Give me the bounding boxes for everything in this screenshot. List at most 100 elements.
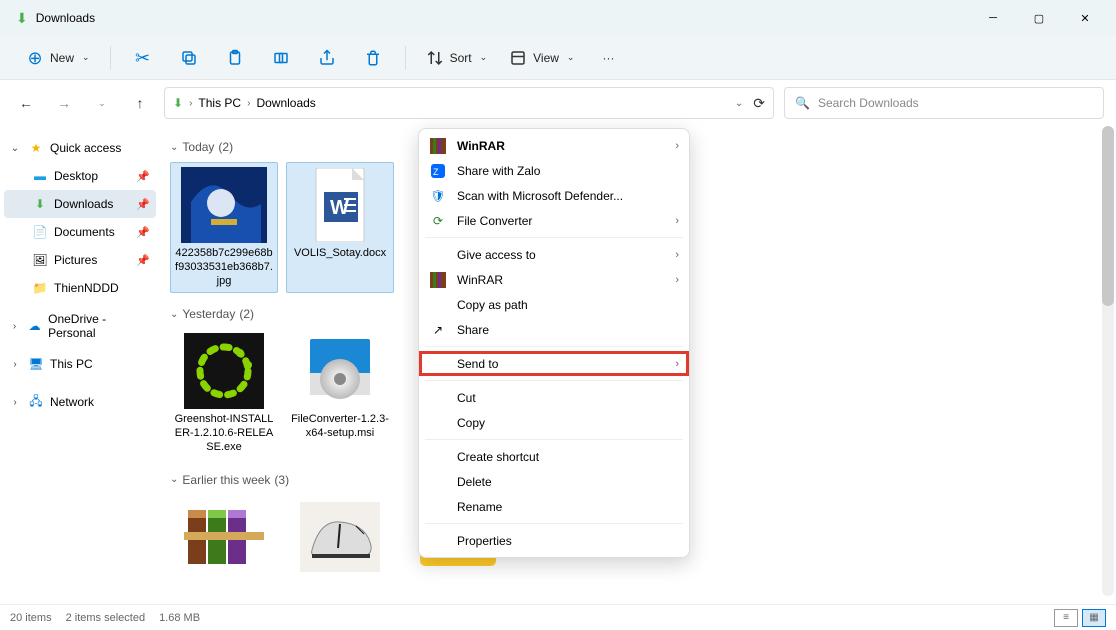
new-button[interactable]: ⊕ New ⌄ bbox=[18, 42, 98, 74]
cm-copy[interactable]: Copy bbox=[419, 410, 689, 435]
group-count: (2) bbox=[218, 140, 233, 154]
cm-properties[interactable]: Properties bbox=[419, 528, 689, 553]
download-icon: ⬇ bbox=[32, 196, 48, 212]
close-button[interactable]: ✕ bbox=[1062, 0, 1108, 36]
cm-file-converter[interactable]: ⟳ File Converter › bbox=[419, 208, 689, 233]
chevron-down-icon: ⌄ bbox=[170, 474, 178, 485]
sidebar-item-documents[interactable]: 📄Documents 📌 bbox=[4, 218, 156, 246]
file-item[interactable] bbox=[286, 495, 394, 579]
sidebar-quick-access[interactable]: ⌄ ★ Quick access bbox=[4, 134, 156, 162]
scrollbar[interactable] bbox=[1102, 126, 1114, 596]
address-downloads[interactable]: Downloads bbox=[256, 96, 315, 110]
status-count: 20 items bbox=[10, 612, 52, 624]
sidebar-onedrive[interactable]: › ☁ OneDrive - Personal bbox=[4, 312, 156, 340]
thumbnail bbox=[181, 167, 267, 243]
cm-copy-path[interactable]: Copy as path bbox=[419, 292, 689, 317]
file-item[interactable] bbox=[170, 495, 278, 579]
forward-button[interactable]: → bbox=[50, 89, 78, 117]
cm-create-shortcut[interactable]: Create shortcut bbox=[419, 444, 689, 469]
cm-give-access[interactable]: Give access to › bbox=[419, 242, 689, 267]
view-button[interactable]: View ⌄ bbox=[501, 42, 582, 74]
image-thumbnail bbox=[181, 167, 267, 243]
separator bbox=[425, 523, 683, 524]
shoe-thumbnail bbox=[300, 502, 380, 572]
cm-winrar[interactable]: WinRAR › bbox=[419, 133, 689, 158]
quick-access-label: Quick access bbox=[50, 141, 121, 155]
sidebar-item-thiennddd[interactable]: 📁ThienNDDD bbox=[4, 274, 156, 302]
cm-label: Copy bbox=[457, 416, 485, 430]
separator bbox=[425, 237, 683, 238]
view-thumbs-button[interactable]: ▦ bbox=[1082, 609, 1106, 627]
back-button[interactable]: ← bbox=[12, 89, 40, 117]
network-icon: 🖧 bbox=[28, 394, 44, 410]
file-item[interactable]: Greenshot-INSTALLER-1.2.10.6-RELEASE.exe bbox=[170, 329, 278, 458]
refresh-button[interactable]: ⟳ bbox=[753, 95, 765, 112]
separator bbox=[405, 46, 406, 70]
sidebar: ⌄ ★ Quick access ▬Desktop 📌 ⬇Downloads 📌… bbox=[0, 126, 160, 604]
svg-text:W: W bbox=[330, 197, 349, 219]
copy-button[interactable] bbox=[169, 42, 209, 74]
more-button[interactable]: ··· bbox=[588, 42, 628, 74]
sort-label: Sort bbox=[450, 51, 472, 65]
winrar-icon bbox=[429, 271, 447, 289]
file-item[interactable]: 422358b7c299e68bf93033531eb368b7.jpg bbox=[170, 162, 278, 293]
sidebar-item-label: Pictures bbox=[54, 253, 97, 267]
thumbnail bbox=[297, 499, 383, 575]
share-icon: ↗ bbox=[429, 321, 447, 339]
sidebar-item-desktop[interactable]: ▬Desktop 📌 bbox=[4, 162, 156, 190]
group-count: (3) bbox=[274, 473, 289, 487]
cm-delete[interactable]: Delete bbox=[419, 469, 689, 494]
maximize-button[interactable]: ▢ bbox=[1016, 0, 1062, 36]
scroll-thumb[interactable] bbox=[1102, 126, 1114, 306]
share-button[interactable] bbox=[307, 42, 347, 74]
address-bar[interactable]: ⬇ › This PC › Downloads ⌄ ⟳ bbox=[164, 87, 774, 119]
separator bbox=[425, 439, 683, 440]
file-name: 422358b7c299e68bf93033531eb368b7.jpg bbox=[175, 247, 273, 288]
cm-label: Delete bbox=[457, 475, 492, 489]
chevron-down-icon: ⌄ bbox=[170, 142, 178, 153]
sidebar-this-pc[interactable]: › 🖥 This PC bbox=[4, 350, 156, 378]
cm-defender[interactable]: 🛡 Scan with Microsoft Defender... bbox=[419, 183, 689, 208]
cm-label: Scan with Microsoft Defender... bbox=[457, 189, 623, 203]
scissors-icon: ✂ bbox=[134, 49, 152, 67]
sidebar-item-label: ThienNDDD bbox=[54, 281, 119, 295]
chevron-right-icon: › bbox=[675, 140, 679, 152]
documents-icon: 📄 bbox=[32, 224, 48, 240]
cm-label: Cut bbox=[457, 391, 476, 405]
recent-button[interactable]: ⌄ bbox=[88, 89, 116, 117]
cm-winrar2[interactable]: WinRAR › bbox=[419, 267, 689, 292]
cm-send-to[interactable]: Send to › bbox=[419, 351, 689, 376]
shield-icon: 🛡 bbox=[429, 187, 447, 205]
view-details-button[interactable]: ≡ bbox=[1054, 609, 1078, 627]
up-button[interactable]: ↑ bbox=[126, 89, 154, 117]
cm-cut[interactable]: Cut bbox=[419, 385, 689, 410]
winrar-icon bbox=[429, 137, 447, 155]
cut-button[interactable]: ✂ bbox=[123, 42, 163, 74]
installer-icon bbox=[304, 333, 376, 409]
cm-label: Share with Zalo bbox=[457, 164, 540, 178]
paste-button[interactable] bbox=[215, 42, 255, 74]
address-this-pc[interactable]: This PC bbox=[198, 96, 241, 110]
sidebar-network[interactable]: › 🖧 Network bbox=[4, 388, 156, 416]
cm-rename[interactable]: Rename bbox=[419, 494, 689, 519]
search-input[interactable]: 🔍 Search Downloads bbox=[784, 87, 1104, 119]
cm-label: Copy as path bbox=[457, 298, 528, 312]
rename-button[interactable] bbox=[261, 42, 301, 74]
sidebar-item-label: Documents bbox=[54, 225, 115, 239]
pin-icon: 📌 bbox=[136, 198, 150, 211]
minimize-button[interactable]: ─ bbox=[970, 0, 1016, 36]
chevron-down-icon[interactable]: ⌄ bbox=[735, 98, 743, 109]
sort-button[interactable]: Sort ⌄ bbox=[418, 42, 496, 74]
nav-row: ← → ⌄ ↑ ⬇ › This PC › Downloads ⌄ ⟳ 🔍 Se… bbox=[0, 80, 1116, 126]
cm-share-zalo[interactable]: Z Share with Zalo bbox=[419, 158, 689, 183]
delete-button[interactable] bbox=[353, 42, 393, 74]
svg-text:Z: Z bbox=[433, 167, 439, 177]
cm-share[interactable]: ↗ Share bbox=[419, 317, 689, 342]
sidebar-item-pictures[interactable]: 🖼Pictures 📌 bbox=[4, 246, 156, 274]
view-label: View bbox=[533, 51, 559, 65]
new-label: New bbox=[50, 51, 74, 65]
sidebar-item-downloads[interactable]: ⬇Downloads 📌 bbox=[4, 190, 156, 218]
file-item[interactable]: FileConverter-1.2.3-x64-setup.msi bbox=[286, 329, 394, 458]
file-item[interactable]: W VOLIS_Sotay.docx bbox=[286, 162, 394, 293]
chevron-right-icon: › bbox=[8, 397, 22, 408]
